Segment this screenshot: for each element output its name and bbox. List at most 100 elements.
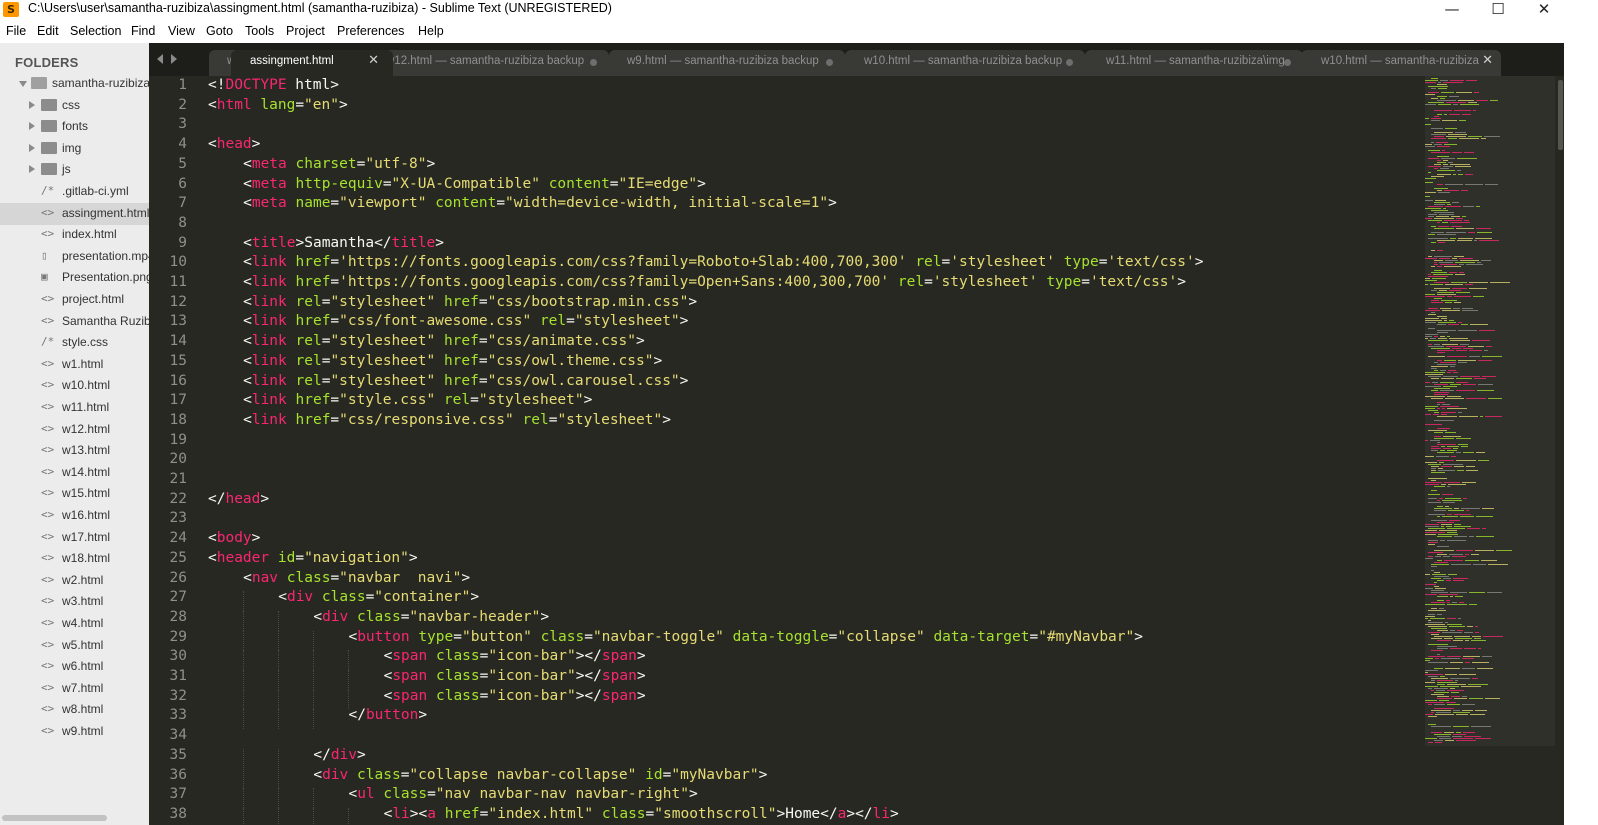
close-window-button[interactable]: ✕ (1521, 0, 1567, 20)
code-line[interactable]: </button> (348, 707, 427, 723)
code-line[interactable]: <span class="icon-bar"></span> (384, 668, 646, 684)
code-line[interactable]: <title>Samantha</title> (243, 235, 444, 251)
code-line[interactable]: <ul class="nav navbar-nav navbar-right"> (348, 786, 697, 802)
sidebar-item-w3-html[interactable]: <> w3.html (0, 591, 149, 613)
vertical-scrollbar-track[interactable] (1556, 76, 1564, 825)
minimap-code-mark (1456, 292, 1470, 293)
sidebar-item-w12-html[interactable]: <> w12.html (0, 419, 149, 441)
code-line[interactable]: <div class="container"> (278, 589, 479, 605)
sidebar-item-assingment-html[interactable]: <> assingment.html (0, 202, 149, 225)
sidebar-horizontal-scrollbar[interactable] (2, 815, 107, 821)
sidebar-item-w7-html[interactable]: <> w7.html (0, 678, 149, 700)
unsaved-dot-icon[interactable] (1284, 59, 1291, 66)
menu-project[interactable]: Project (286, 24, 325, 38)
maximize-button[interactable]: ☐ (1475, 0, 1521, 20)
code-line[interactable]: <link href="style.css" rel="stylesheet"> (243, 392, 592, 408)
sidebar-item-img[interactable]: img (0, 138, 149, 160)
code-line[interactable]: <link rel="stylesheet" href="css/owl.car… (243, 373, 688, 389)
sidebar-item-w8-html[interactable]: <> w8.html (0, 699, 149, 721)
code-line[interactable]: <div class="navbar-header"> (313, 609, 549, 625)
code-line[interactable]: <!DOCTYPE html> (208, 77, 339, 93)
sidebar-item-w6-html[interactable]: <> w6.html (0, 656, 149, 678)
sidebar-item-w2-html[interactable]: <> w2.html (0, 570, 149, 592)
tab-scroll-left-icon[interactable] (157, 54, 163, 64)
code-line[interactable]: <head> (208, 136, 260, 152)
sidebar-item-w5-html[interactable]: <> w5.html (0, 635, 149, 657)
code-line[interactable]: <body> (208, 530, 260, 546)
minimize-button[interactable]: — (1429, 0, 1475, 20)
sidebar-item-project-html[interactable]: <> project.html (0, 289, 149, 311)
code-line[interactable]: </head> (208, 491, 269, 507)
code-line[interactable]: <span class="icon-bar"></span> (384, 648, 646, 664)
sidebar-item-samantha-ruzibiza[interactable]: samantha-ruzibiza (0, 73, 149, 95)
menu-file[interactable]: File (6, 24, 26, 38)
menu-help[interactable]: Help (418, 24, 444, 38)
code-line[interactable]: <link rel="stylesheet" href="css/owl.the… (243, 353, 662, 369)
tab-4[interactable]: w9.html — samantha-ruzibiza backup (609, 50, 845, 76)
code-line[interactable]: </div> (313, 747, 365, 763)
code-line[interactable]: <link href='https://fonts.googleapis.com… (243, 254, 1203, 270)
code-line[interactable]: <li><a href="index.html" class="smoothsc… (384, 806, 899, 822)
sidebar-item-w4-html[interactable]: <> w4.html (0, 613, 149, 635)
tab-close-icon[interactable]: ✕ (368, 53, 379, 68)
code-line[interactable]: <link href="css/responsive.css" rel="sty… (243, 412, 671, 428)
code-line[interactable]: <link href="css/font-awesome.css" rel="s… (243, 313, 688, 329)
unsaved-dot-icon[interactable] (590, 59, 597, 66)
sidebar-item-w9-html[interactable]: <> w9.html (0, 721, 149, 743)
code-editor[interactable]: 1 2 3 4 5 6 7 8 9 10 11 12 13 14 15 16 17 18 19 20 21 22 23 24 2… (149, 76, 1598, 825)
code-line[interactable]: <link href='https://fonts.googleapis.com… (243, 274, 1186, 290)
code-line[interactable]: <meta name="viewport" content="width=dev… (243, 195, 837, 211)
sidebar-item-w17-html[interactable]: <> w17.html (0, 527, 149, 549)
collapsed-arrow-icon[interactable] (29, 165, 35, 174)
menu-preferences[interactable]: Preferences (337, 24, 404, 38)
collapsed-arrow-icon[interactable] (29, 122, 35, 131)
tab-7[interactable]: w10.html — samantha-ruzibiza ✕ (1301, 50, 1501, 76)
sidebar-item-presentation-mp4[interactable]: ▯ presentation.mp4 (0, 246, 149, 268)
menu-tools[interactable]: Tools (245, 24, 274, 38)
minimap[interactable] (1425, 76, 1555, 825)
sidebar-item-w14-html[interactable]: <> w14.html (0, 462, 149, 484)
sidebar-item-gitlab-ci-yml[interactable]: /* .gitlab-ci.yml (0, 181, 149, 203)
collapsed-arrow-icon[interactable] (29, 100, 35, 109)
code-line[interactable]: <html lang="en"> (208, 97, 348, 113)
unsaved-dot-icon[interactable] (1066, 59, 1073, 66)
vertical-scrollbar-thumb[interactable] (1558, 80, 1563, 150)
menu-goto[interactable]: Goto (206, 24, 233, 38)
menu-view[interactable]: View (168, 24, 195, 38)
tab-6[interactable]: w11.html — samantha-ruzibiza\img (1085, 50, 1303, 76)
sidebar-item-samantha-ruzibiza[interactable]: <> Samantha Ruzibiza (0, 311, 149, 333)
tab-3[interactable]: w12.html — samantha-ruzibiza backup (369, 50, 609, 76)
menu-find[interactable]: Find (131, 24, 155, 38)
code-line[interactable]: <nav class="navbar navi"> (243, 570, 470, 586)
code-line[interactable]: <header id="navigation"> (208, 550, 418, 566)
sidebar-item-w1-html[interactable]: <> w1.html (0, 354, 149, 376)
sidebar-item-presentation-png[interactable]: ▣ Presentation.png (0, 267, 149, 289)
code-line[interactable]: <link rel="stylesheet" href="css/bootstr… (243, 294, 697, 310)
sidebar-item-w13-html[interactable]: <> w13.html (0, 440, 149, 462)
code-line[interactable]: <button type="button" class="navbar-togg… (348, 629, 1143, 645)
menu-edit[interactable]: Edit (37, 24, 59, 38)
sidebar-item-w18-html[interactable]: <> w18.html (0, 548, 149, 570)
tab-scroll-right-icon[interactable] (171, 54, 177, 64)
sidebar-item-w10-html[interactable]: <> w10.html (0, 375, 149, 397)
tab-5[interactable]: w10.html — samantha-ruzibiza backup (845, 50, 1085, 76)
sidebar-item-index-html[interactable]: <> index.html (0, 224, 149, 246)
sidebar-item-w11-html[interactable]: <> w11.html (0, 397, 149, 419)
unsaved-dot-icon[interactable] (826, 59, 833, 66)
code-line[interactable]: <span class="icon-bar"></span> (384, 688, 646, 704)
code-line[interactable]: <meta charset="utf-8"> (243, 156, 435, 172)
code-line[interactable]: <div class="collapse navbar-collapse" id… (313, 767, 767, 783)
code-line[interactable]: <meta http-equiv="X-UA-Compatible" conte… (243, 176, 706, 192)
sidebar-item-fonts[interactable]: fonts (0, 116, 149, 138)
collapsed-arrow-icon[interactable] (29, 143, 35, 152)
sidebar-item-js[interactable]: js (0, 159, 149, 181)
tab-close-icon[interactable]: ✕ (1482, 53, 1493, 68)
sidebar-item-css[interactable]: css (0, 95, 149, 117)
sidebar-item-w15-html[interactable]: <> w15.html (0, 483, 149, 505)
sidebar-item-style-css[interactable]: /* style.css (0, 332, 149, 354)
menu-selection[interactable]: Selection (70, 24, 121, 38)
code-line[interactable]: <link rel="stylesheet" href="css/animate… (243, 333, 645, 349)
expanded-arrow-icon[interactable] (19, 81, 27, 87)
tab-2[interactable]: assingment.html ✕ (231, 50, 393, 76)
sidebar-item-w16-html[interactable]: <> w16.html (0, 505, 149, 527)
